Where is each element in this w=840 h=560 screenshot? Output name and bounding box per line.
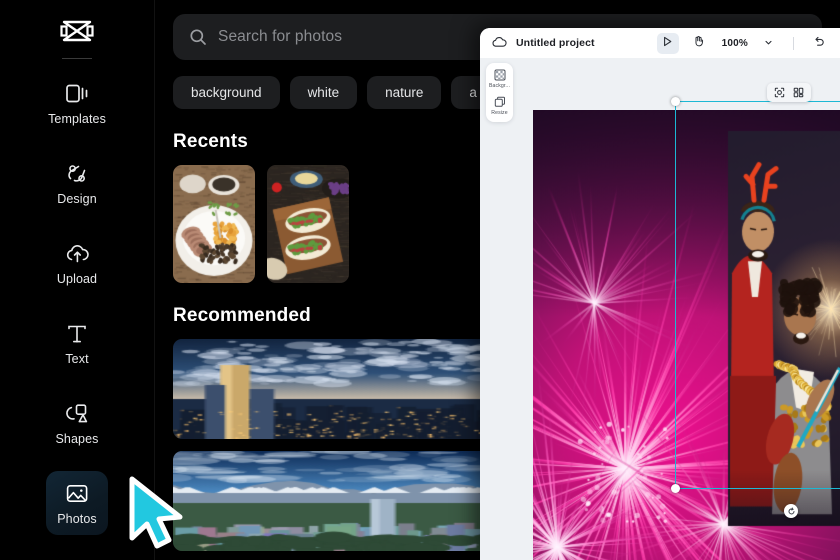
rail-item-label: Backgr... [488,83,511,89]
editor-topbar: Untitled project 100% [480,28,840,58]
editor-window: Untitled project 100% Backgr... Resize [480,28,840,560]
design-canvas[interactable] [533,110,840,560]
cloud-sync-icon [491,35,507,51]
screen-root: Templates Design Upload Text Shapes Phot… [0,0,840,560]
tacos-board-photo [267,165,349,283]
sidebar-item-label: Design [57,191,97,206]
editor-tool-rail: Backgr... Resize [486,63,513,122]
select-tool-button[interactable] [656,32,679,54]
selection-toolbar [767,83,811,102]
hand-tool-icon [693,34,704,52]
resize-tool-button[interactable]: Resize [487,95,512,116]
recommended-title: Recommended [173,305,311,326]
sidebar-item-photos[interactable]: Photos [46,471,108,535]
resize-icon [493,95,506,108]
zoom-level-value[interactable]: 100% [722,38,748,49]
cursor-select-icon [662,34,673,52]
sidebar-item-label: Upload [56,271,98,286]
left-sidebar: Templates Design Upload Text Shapes Phot… [0,0,155,560]
list-item[interactable] [173,339,492,439]
sidebar-item-label: Shapes [55,431,99,446]
undo-button[interactable] [808,33,830,54]
sidebar-item-shapes[interactable]: Shapes [46,391,108,455]
recents-title: Recents [173,131,248,152]
background-tool-button[interactable]: Backgr... [487,68,512,89]
mountain-city-photo [173,451,492,551]
sidebar-item-label: Photos [57,511,97,526]
background-checker-icon [493,68,506,81]
pink-fireworks-background [533,110,840,560]
templates-icon [64,81,90,107]
list-item[interactable] [173,165,255,283]
list-item[interactable] [267,165,349,283]
hand-tool-button[interactable] [688,33,710,54]
search-icon [189,28,207,46]
sidebar-item-label: Text [65,351,89,366]
rotate-handle-icon[interactable] [784,504,798,518]
zoom-dropdown-button[interactable] [757,33,779,54]
search-placeholder: Search for photos [218,28,343,45]
chevron-down-icon [764,34,773,52]
capcut-logo-icon[interactable] [57,14,97,48]
sidebar-item-design[interactable]: Design [46,151,108,215]
layout-grid-icon[interactable] [793,87,804,98]
sidebar-item-text[interactable]: Text [46,311,108,375]
fit-crop-icon[interactable] [774,87,785,98]
photos-image-icon [64,481,90,507]
pork-roast-plate-photo [173,165,255,283]
list-item[interactable] [173,451,492,551]
chip-background[interactable]: background [173,76,280,109]
editor-body: Backgr... Resize [480,58,840,560]
city-skyline-dusk-photo [173,339,492,439]
topbar-divider [793,36,794,50]
shapes-icon [64,401,90,427]
project-title[interactable]: Untitled project [516,37,595,49]
sidebar-item-templates[interactable]: Templates [46,71,108,135]
undo-icon [813,34,825,52]
upload-cloud-icon [64,241,90,267]
text-icon [64,321,90,347]
rail-item-label: Resize [491,110,508,116]
sidebar-item-label: Templates [48,111,106,126]
design-icon [64,161,90,187]
chip-nature[interactable]: nature [367,76,442,109]
sidebar-item-upload[interactable]: Upload [46,231,108,295]
chip-white[interactable]: white [289,76,358,109]
sidebar-divider [62,58,92,59]
